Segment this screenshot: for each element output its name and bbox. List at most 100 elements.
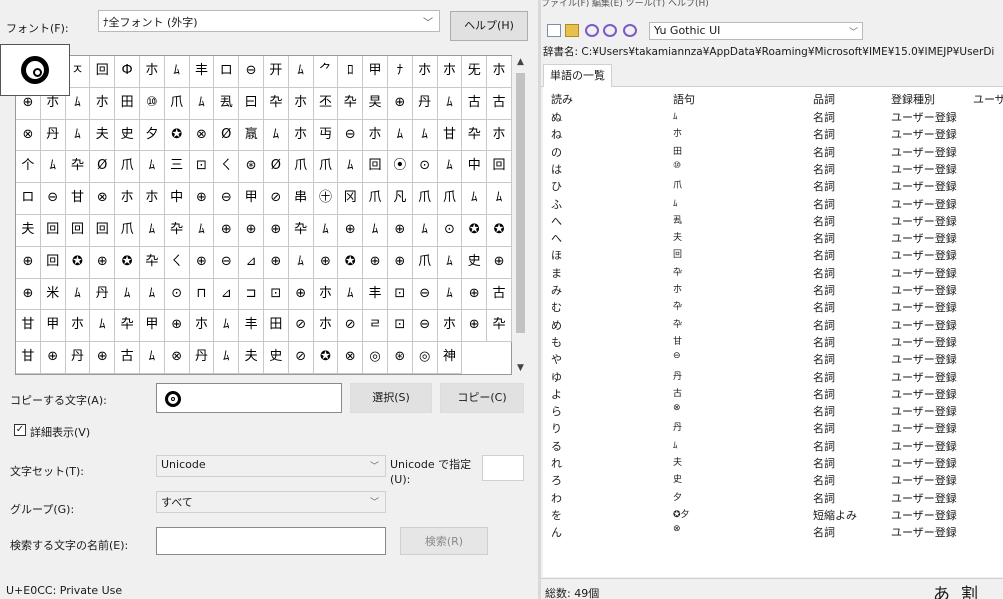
character-cell[interactable]: ⊕	[263, 214, 289, 247]
character-cell[interactable]: ⊗	[90, 183, 116, 215]
character-cell[interactable]: 中	[462, 151, 488, 184]
list-item[interactable]: を ✪夕 短縮よみ ユーザー登録	[543, 507, 1003, 524]
character-cell[interactable]: ﾑ	[338, 151, 364, 184]
character-cell[interactable]: ﾑ	[437, 278, 463, 311]
ime-mode-indicator[interactable]: あ	[933, 580, 950, 599]
character-cell[interactable]: 夫	[90, 119, 116, 152]
list-item[interactable]: ぬ ﾑ 名詞 ユーザー登録	[543, 109, 1003, 126]
character-cell[interactable]: ✪	[65, 246, 91, 279]
scrollbar-thumb[interactable]	[516, 73, 525, 333]
character-cell[interactable]: ⊕	[90, 342, 116, 374]
search-input[interactable]	[156, 527, 386, 555]
character-cell[interactable]: ⊕	[189, 246, 215, 279]
character-cell[interactable]: ✪	[487, 214, 512, 247]
character-cell[interactable]: ⊛	[239, 151, 264, 184]
character-cell[interactable]: ﾑ	[288, 56, 314, 88]
list-item[interactable]: ら ⊗ 名詞 ユーザー登録	[543, 403, 1003, 420]
character-cell[interactable]: ⊡	[263, 278, 289, 311]
character-cell[interactable]: ﾑ	[40, 151, 66, 184]
character-cell[interactable]: 甲	[139, 310, 165, 343]
character-cell[interactable]: 丰	[239, 310, 264, 343]
character-cell[interactable]: ⊕	[387, 246, 413, 279]
character-cell[interactable]: 卆	[115, 310, 140, 343]
character-cell[interactable]: 朩	[189, 310, 215, 343]
character-cell[interactable]: 朩	[288, 87, 314, 120]
character-cell[interactable]: ㊉	[313, 183, 339, 215]
character-cell[interactable]: ⑩	[139, 87, 165, 120]
character-cell[interactable]: 甘	[65, 183, 91, 215]
character-cell[interactable]: ⊖	[40, 183, 66, 215]
character-cell[interactable]: ㄑ	[164, 246, 190, 279]
list-item[interactable]: へ 夫 名詞 ユーザー登録	[543, 230, 1003, 247]
details-checkbox[interactable]: ✓	[14, 424, 26, 436]
tab-word-list[interactable]: 単語の一覧	[543, 64, 612, 87]
character-cell[interactable]: 丏	[313, 119, 339, 152]
character-cell[interactable]: 甘	[16, 342, 41, 374]
character-cell[interactable]: 甲	[363, 56, 388, 88]
character-cell[interactable]: 神	[437, 342, 463, 374]
character-cell[interactable]: 爪	[363, 183, 388, 215]
character-cell[interactable]: ◎	[412, 342, 438, 374]
character-cell[interactable]: ⊓	[189, 278, 215, 311]
edit-icon[interactable]	[603, 24, 617, 37]
character-cell[interactable]: 旡	[462, 56, 488, 88]
character-cell[interactable]: 爪	[412, 183, 438, 215]
character-cell[interactable]: 朩	[313, 310, 339, 343]
character-cell[interactable]: 甲	[239, 183, 264, 215]
list-item[interactable]: へ 厾 名詞 ユーザー登録	[543, 213, 1003, 230]
character-cell[interactable]: 卆	[139, 246, 165, 279]
character-cell[interactable]: ﾛ	[338, 56, 364, 88]
list-item[interactable]: ろ 史 名詞 ユーザー登録	[543, 472, 1003, 489]
menu-bar[interactable]: ファイル(F) 編集(E) ツール(T) ヘルプ(H)	[541, 0, 709, 10]
character-cell[interactable]: 古	[487, 87, 512, 120]
character-cell[interactable]: 回	[40, 214, 66, 247]
scroll-down-icon[interactable]: ▼	[512, 363, 529, 373]
character-cell[interactable]: 史	[462, 246, 488, 279]
list-item[interactable]: ね 朩 名詞 ユーザー登録	[543, 126, 1003, 143]
character-cell[interactable]: 夕	[139, 119, 165, 152]
character-cell[interactable]: 卆	[288, 214, 314, 247]
list-item[interactable]: ゆ 丹 名詞 ユーザー登録	[543, 369, 1003, 386]
character-cell[interactable]: 三	[164, 151, 190, 184]
character-cell[interactable]: ⊕	[288, 278, 314, 311]
character-cell[interactable]: ﾑ	[263, 119, 289, 152]
column-header[interactable]: 読み	[551, 91, 573, 107]
character-cell[interactable]: 古	[487, 278, 512, 311]
character-cell[interactable]: 朩	[313, 278, 339, 311]
list-item[interactable]: ほ 回 名詞 ユーザー登録	[543, 247, 1003, 264]
character-cell[interactable]: ﾑ	[214, 342, 240, 374]
character-cell[interactable]: ⊕	[263, 246, 289, 279]
character-cell[interactable]: Ø	[263, 151, 289, 184]
list-item[interactable]: ん ⊗ 名詞 ユーザー登録	[543, 524, 1003, 541]
character-cell[interactable]: ロ	[16, 183, 41, 215]
character-cell[interactable]: ⊗	[16, 119, 41, 152]
character-cell[interactable]: ⊕	[189, 183, 215, 215]
font-select[interactable]: Yu Gothic UI ﹀	[649, 22, 863, 40]
list-item[interactable]: よ 古 名詞 ユーザー登録	[543, 386, 1003, 403]
list-item[interactable]: ふ ﾑ 名詞 ユーザー登録	[543, 196, 1003, 213]
scroll-up-icon[interactable]: ▲	[512, 57, 529, 67]
character-cell[interactable]: ⊕	[387, 214, 413, 247]
character-cell[interactable]: ﾑ	[363, 214, 388, 247]
character-cell[interactable]: ⊡	[387, 278, 413, 311]
character-cell[interactable]: 朩	[139, 183, 165, 215]
character-cell[interactable]: 丹	[412, 87, 438, 120]
character-cell[interactable]: 𣎆	[239, 119, 264, 152]
grid-scrollbar[interactable]: ▲ ▼	[512, 55, 529, 375]
character-cell[interactable]: ﾑ	[139, 342, 165, 374]
character-cell[interactable]: ﾑ	[338, 278, 364, 311]
register-icon[interactable]	[585, 24, 599, 37]
charset-select[interactable]: Unicode ﹀	[156, 455, 386, 477]
character-cell[interactable]: 夫	[239, 342, 264, 374]
character-cell[interactable]: ﾑ	[115, 278, 140, 311]
character-cell[interactable]: 朩	[90, 87, 116, 120]
character-cell[interactable]: 卆	[164, 214, 190, 247]
list-item[interactable]: め 卆 名詞 ユーザー登録	[543, 317, 1003, 334]
character-cell[interactable]: 朩	[139, 56, 165, 88]
character-cell[interactable]: 爪	[164, 87, 190, 120]
character-cell[interactable]: 凡	[387, 183, 413, 215]
character-cell[interactable]: ⊕	[90, 246, 116, 279]
character-cell[interactable]: 朩	[437, 56, 463, 88]
help-button[interactable]: ヘルプ(H)	[450, 11, 528, 41]
select-button[interactable]: 選択(S)	[350, 383, 432, 413]
